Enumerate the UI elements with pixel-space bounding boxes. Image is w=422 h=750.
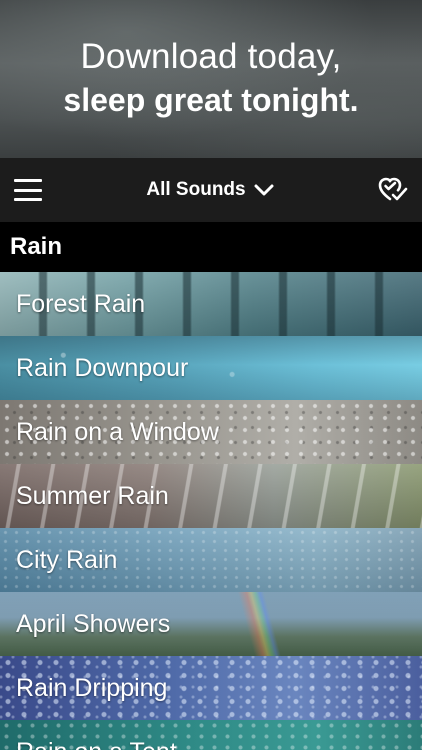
sound-item-rain-on-a-tent[interactable]: Rain on a Tent	[0, 720, 422, 750]
sound-item-summer-rain[interactable]: Summer Rain	[0, 464, 422, 528]
sound-item-city-rain[interactable]: City Rain	[0, 528, 422, 592]
sound-item-april-showers[interactable]: April Showers	[0, 592, 422, 656]
navigation-bar: All Sounds	[0, 158, 422, 222]
sound-item-label: Rain Downpour	[16, 353, 189, 382]
sound-item-label: April Showers	[16, 609, 171, 638]
promo-headline: Download today,	[80, 37, 342, 76]
promo-tagline: sleep great tonight.	[63, 82, 359, 118]
section-header-rain: Rain	[0, 222, 422, 272]
sound-item-label: Rain Dripping	[16, 673, 168, 702]
sound-category-dropdown[interactable]: All Sounds	[146, 179, 274, 201]
sound-item-label: City Rain	[16, 545, 118, 574]
heart-check-icon[interactable]	[378, 175, 408, 205]
section-title: Rain	[10, 233, 63, 260]
sound-item-forest-rain[interactable]: Forest Rain	[0, 272, 422, 336]
sound-item-label: Forest Rain	[16, 289, 146, 318]
sound-list: Forest Rain Rain Downpour Rain on a Wind…	[0, 272, 422, 750]
dropdown-label: All Sounds	[146, 179, 246, 200]
sound-item-rain-on-a-window[interactable]: Rain on a Window	[0, 400, 422, 464]
hamburger-menu-icon[interactable]	[14, 179, 42, 201]
sound-item-rain-dripping[interactable]: Rain Dripping	[0, 656, 422, 720]
sound-item-label: Summer Rain	[16, 481, 169, 510]
sound-item-label: Rain on a Window	[16, 417, 219, 446]
sound-item-label: Rain on a Tent	[16, 738, 177, 750]
sound-item-rain-downpour[interactable]: Rain Downpour	[0, 336, 422, 400]
promo-banner: Download today, sleep great tonight.	[0, 0, 422, 158]
chevron-down-icon	[254, 184, 274, 196]
